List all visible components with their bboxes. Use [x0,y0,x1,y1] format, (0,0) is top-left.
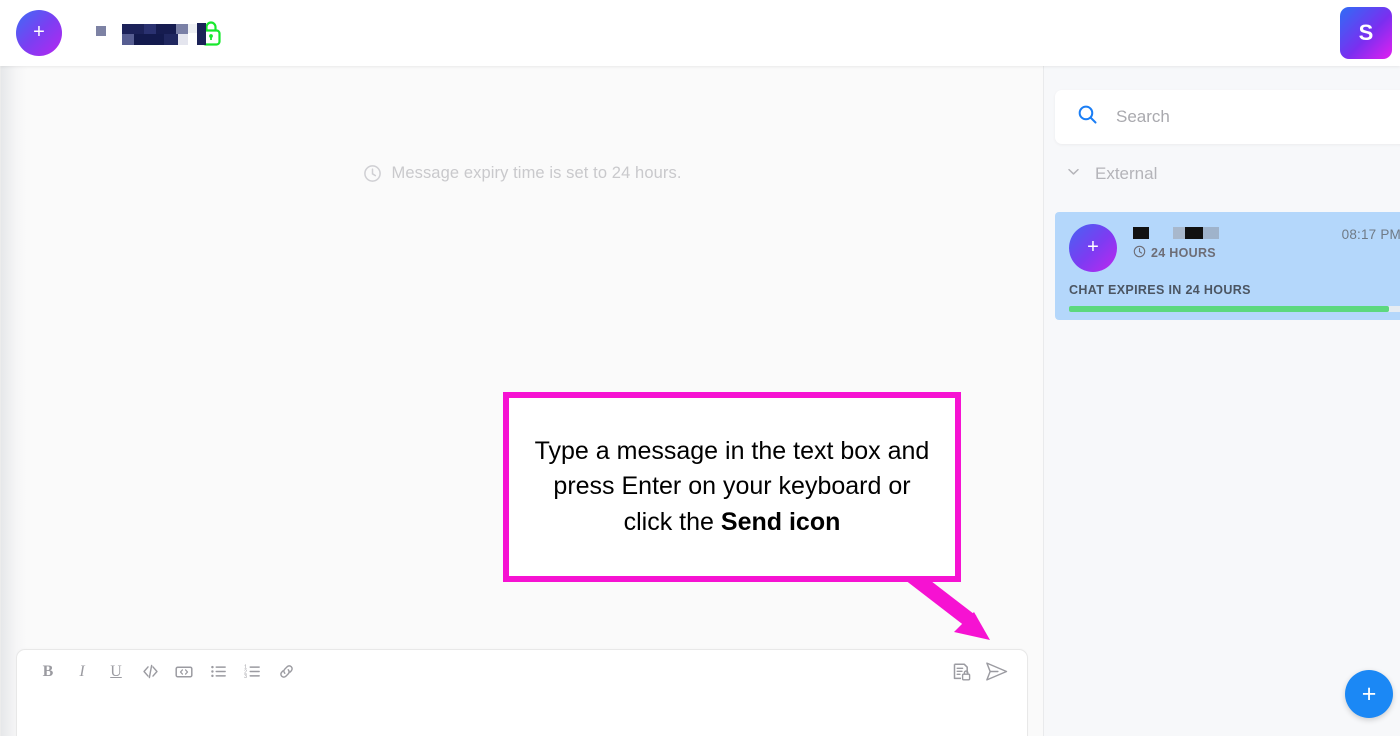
inline-code-icon[interactable] [133,657,167,687]
chat-item-expiry-label: CHAT EXPIRES IN 24 HOURS [1069,283,1251,297]
chat-list-item[interactable]: + 24 HOURS 08:17 PM CHAT EXPIRES IN 24 H… [1055,212,1400,320]
annotation-text: Type a message in the text box and press… [509,434,955,541]
bold-icon[interactable]: B [31,657,65,687]
send-icon[interactable] [979,657,1013,687]
composer-toolbar: B I U 1 2 3 [17,650,1027,693]
message-input[interactable] [17,693,1027,736]
conversation-sidebar: External + [1043,66,1400,736]
clock-icon [363,164,382,183]
link-icon[interactable] [269,657,303,687]
user-account-avatar[interactable]: S [1340,7,1392,59]
chat-item-timestamp: 08:17 PM [1341,227,1400,242]
chat-item-meta: 24 HOURS [1133,224,1223,272]
message-expiry-text: Message expiry time is set to 24 hours. [391,164,682,182]
code-block-icon[interactable] [167,657,201,687]
chat-item-header: + 24 HOURS 08:17 PM [1055,212,1400,272]
bullet-list-icon[interactable] [201,657,235,687]
top-bar: + S [0,0,1400,66]
conversation-title-redacted [96,21,206,45]
message-expiry-notice: Message expiry time is set to 24 hours. [1,164,1044,183]
chat-item-name-redacted [1133,227,1223,239]
italic-icon[interactable]: I [65,657,99,687]
chat-item-duration-label: 24 HOURS [1151,246,1216,260]
search-input[interactable] [1116,107,1366,127]
search-icon [1077,104,1098,130]
message-composer[interactable]: B I U 1 2 3 [16,649,1028,736]
chat-avatar-plus-icon: + [1087,236,1099,258]
annotation-icon-bold: icon [788,507,841,536]
annotation-line-1: Type a message in the text [534,436,834,465]
section-header-external[interactable]: External [1066,164,1157,184]
annotation-callout: Type a message in the text box and press… [503,392,961,582]
chat-item-avatar: + [1069,224,1117,272]
svg-text:3: 3 [244,674,247,680]
search-bar[interactable] [1055,90,1400,144]
numbered-list-icon[interactable]: 1 2 3 [235,657,269,687]
chat-expiry-progress-track [1069,306,1400,312]
app-root: + S Message expiry time is set to 24 hou… [0,0,1400,736]
secure-document-icon[interactable] [945,657,979,687]
chat-expiry-progress-fill [1069,306,1389,312]
clock-icon [1133,245,1146,261]
chevron-down-icon[interactable] [1066,164,1081,184]
annotation-send-bold: Send [720,507,783,536]
section-label: External [1095,164,1158,183]
underline-icon[interactable]: U [99,657,133,687]
new-chat-fab[interactable]: + [1345,670,1393,718]
avatar-plus-icon: + [33,21,45,43]
conversation-avatar[interactable]: + [16,10,62,56]
chat-item-duration: 24 HOURS [1133,245,1223,261]
